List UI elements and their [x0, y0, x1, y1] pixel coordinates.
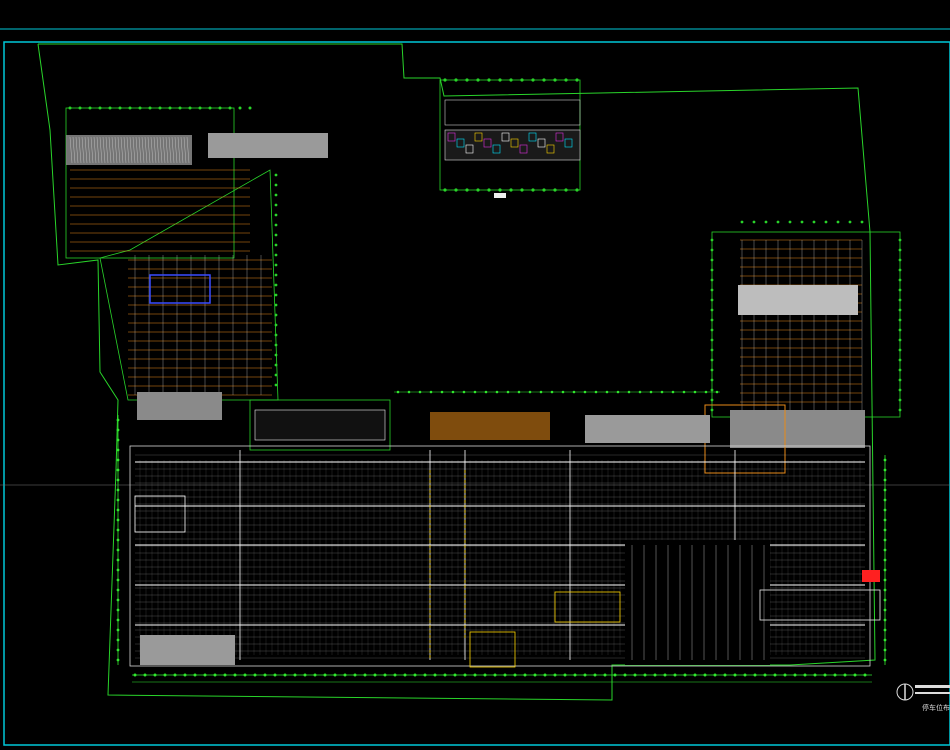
mid-buildings — [249, 399, 710, 451]
north-arrow-icon — [896, 683, 950, 701]
title-block-text: 停车位布置 — [922, 704, 950, 712]
wing-upper-left — [65, 106, 328, 420]
building-block-top — [439, 78, 581, 198]
parking-podium — [129, 445, 881, 668]
cad-drawing-canvas[interactable] — [0, 0, 950, 750]
